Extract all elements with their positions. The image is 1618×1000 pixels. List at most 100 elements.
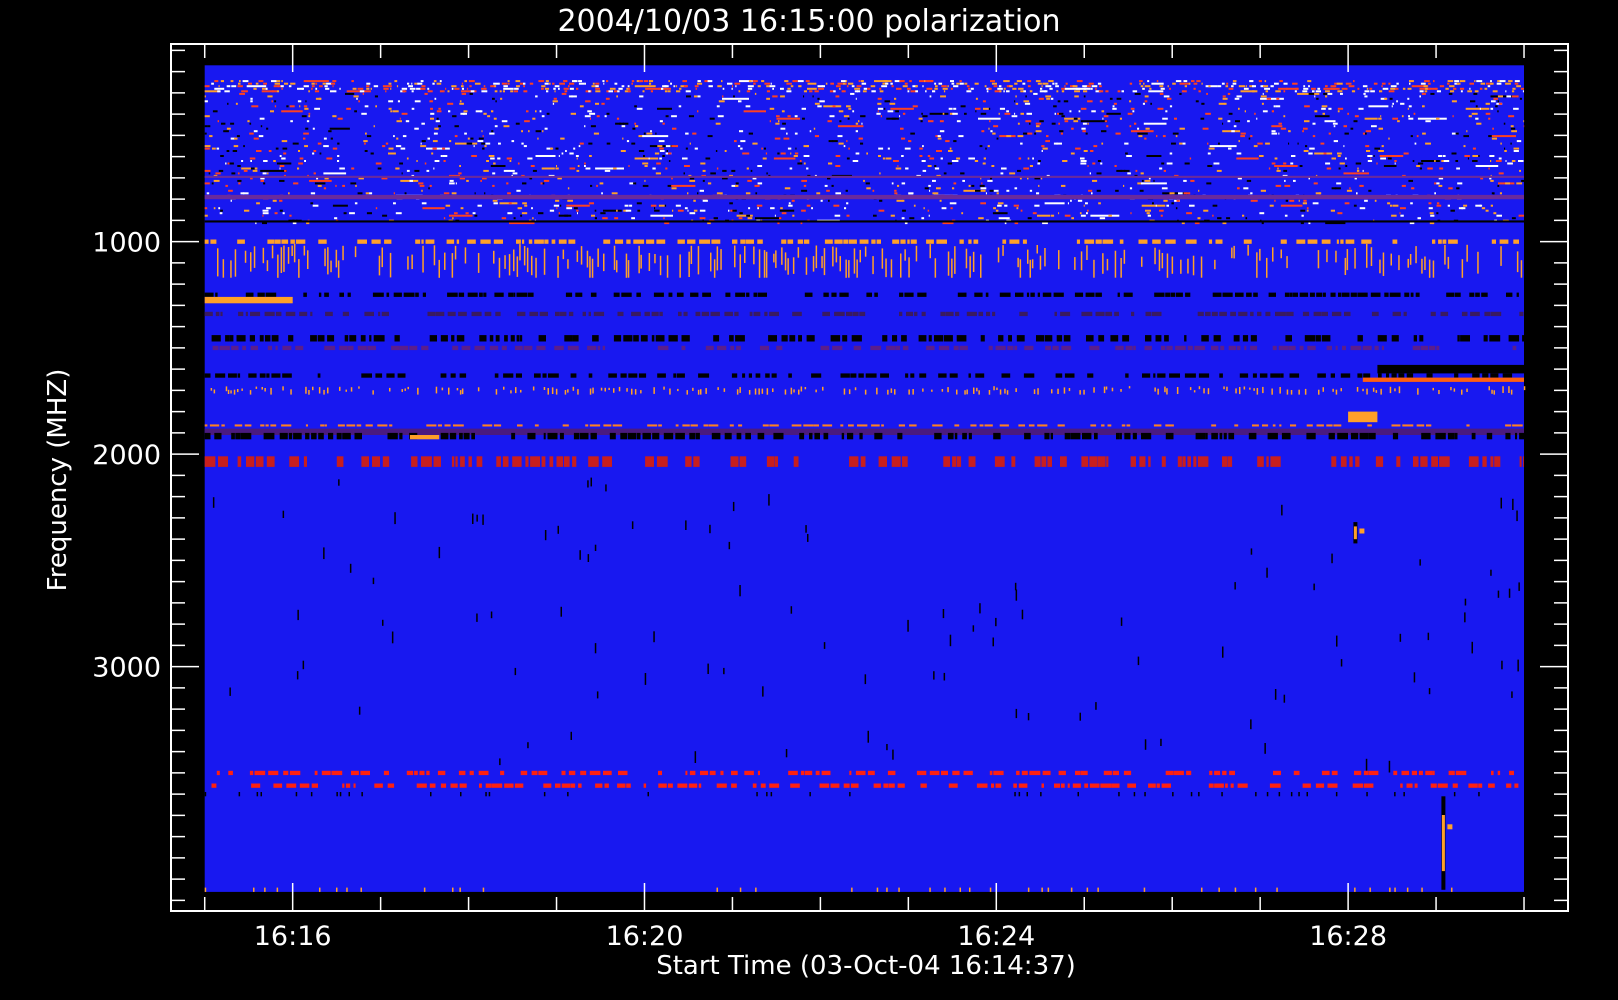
- heatmap-band-15-streak: [686, 390, 688, 395]
- heatmap-band-11-dash: [409, 345, 418, 351]
- heatmap-band-9-dash: [1145, 311, 1152, 317]
- heatmap-band-1-speck: [429, 100, 433, 103]
- heatmap-band-0-speck: [883, 80, 888, 83]
- heatmap-band-1-speck: [780, 127, 786, 130]
- heatmap-band-1-speck: [1035, 122, 1042, 125]
- heatmap-band-0-speck: [628, 87, 630, 90]
- heatmap-band-1-speck: [948, 107, 953, 110]
- heatmap-band-22-dash: [1321, 770, 1330, 776]
- heatmap-band-1-speck: [1238, 107, 1240, 110]
- noise-mark: [1428, 688, 1431, 695]
- heatmap-band-1-speck: [451, 192, 457, 195]
- heatmap-band-15-streak: [1176, 387, 1179, 394]
- heatmap-band-1-speck: [585, 167, 591, 170]
- heatmap-band-1-speck: [1344, 132, 1349, 135]
- heatmap-band-21-dash: [556, 456, 563, 467]
- heatmap-band-0-speck: [1427, 87, 1431, 90]
- heatmap-band-0-speck: [1083, 87, 1087, 90]
- heatmap-band-1-speck: [780, 152, 786, 155]
- heatmap-band-1-speck: [769, 120, 771, 123]
- heatmap-band-1-speck: [908, 140, 912, 143]
- heatmap-band-0-speck: [837, 82, 843, 85]
- heatmap-band-1-speck: [1399, 212, 1401, 215]
- heatmap-band-1-speck: [406, 169, 410, 172]
- heatmap-band-0-speck: [514, 87, 519, 90]
- heatmap-band-11-dash: [357, 345, 367, 351]
- heatmap-band-1-speck: [1400, 102, 1405, 105]
- heatmap-band-15-streak: [1083, 389, 1085, 395]
- heatmap-band-1-speck: [1140, 172, 1144, 175]
- heatmap-band-1-speck: [571, 95, 577, 98]
- heatmap-band-1-speck: [1035, 130, 1042, 133]
- heatmap-band-1-speck: [1099, 100, 1103, 103]
- heatmap-band-0-speck: [559, 82, 565, 85]
- heatmap-band-1-speck: [1349, 187, 1351, 190]
- heatmap-band-1-speck: [500, 97, 503, 100]
- heatmap-band-0-speck: [311, 82, 315, 85]
- heatmap-band-0-speck: [1056, 90, 1059, 93]
- heatmap-band-0-speck: [870, 85, 876, 88]
- heatmap-band-1-speck: [427, 137, 430, 140]
- heatmap-band-1-speck: [1033, 92, 1038, 95]
- noise-mark: [1095, 702, 1097, 710]
- heatmap-band-0-speck: [366, 85, 370, 88]
- heatmap-band-15-streak: [589, 388, 592, 395]
- heatmap-band-11-dash: [1125, 345, 1133, 351]
- heatmap-band-19-dash: [1368, 432, 1376, 440]
- heatmap-band-1-speck: [1273, 105, 1276, 108]
- heatmap-band-1-speck: [678, 105, 682, 108]
- heatmap-band-0-speck: [214, 80, 219, 83]
- heatmap-band-0-speck: [416, 87, 421, 90]
- heatmap-band-1-speck: [993, 189, 999, 192]
- heatmap-band-1-speck: [1491, 135, 1516, 138]
- heatmap-band-6-streak: [1141, 256, 1143, 267]
- heatmap-band-1-speck: [769, 107, 775, 110]
- heatmap-band-5-dash: [633, 239, 645, 244]
- heatmap-band-1-speck: [1119, 117, 1122, 120]
- heatmap-band-0-speck: [451, 85, 457, 88]
- heatmap-band-1-speck: [366, 212, 372, 215]
- heatmap-band-1-speck: [409, 179, 413, 182]
- heatmap-band-11-dash: [554, 345, 564, 351]
- heatmap-band-19-dash: [620, 432, 628, 440]
- heatmap-band-21-dash: [1519, 456, 1522, 467]
- heatmap-band-0-speck: [929, 80, 934, 83]
- heatmap-band-1-speck: [1150, 102, 1152, 105]
- heatmap-band-7-dash: [823, 292, 829, 297]
- heatmap-band-1-speck: [329, 127, 350, 130]
- heatmap-band-7-dash: [1384, 292, 1389, 297]
- heatmap-band-0-speck: [825, 82, 828, 85]
- heatmap-band-1-speck: [1113, 102, 1117, 105]
- heatmap-band-0-speck: [925, 90, 927, 93]
- heatmap-band-1-speck: [1123, 184, 1125, 187]
- heatmap-band-1-speck: [786, 132, 788, 135]
- heatmap-band-9-dash: [1321, 311, 1328, 317]
- heatmap-band-22-dash: [1401, 770, 1410, 776]
- heatmap-band-1-speck: [1080, 160, 1087, 162]
- heatmap-band-1-speck: [922, 115, 928, 118]
- heatmap-band-13-dash: [534, 373, 541, 378]
- heatmap-band-10-dash: [798, 335, 802, 342]
- heatmap-band-1-speck: [1137, 127, 1140, 130]
- heatmap-band-0-speck: [885, 82, 889, 85]
- heatmap-band-1-speck: [1243, 187, 1249, 190]
- heatmap-band-15-streak: [613, 388, 615, 393]
- heatmap-band-1-speck: [309, 179, 332, 182]
- heatmap-band-6-streak: [451, 253, 454, 278]
- heatmap-band-5-dash: [558, 239, 567, 244]
- heatmap-band-1-speck: [1493, 212, 1497, 215]
- heatmap-band-1-speck: [902, 199, 905, 202]
- heatmap-band-13-dash: [375, 373, 383, 378]
- heatmap-band-17-dash: [1466, 424, 1470, 427]
- heatmap-band-21-dash: [266, 456, 275, 467]
- heatmap-band-1-speck: [844, 207, 847, 210]
- heatmap-band-22-dash: [406, 770, 414, 776]
- heatmap-band-1-speck: [1080, 214, 1086, 217]
- heatmap-band-1-speck: [454, 135, 458, 138]
- heatmap-band-19-dash: [1211, 432, 1218, 440]
- heatmap-band-1-speck: [1134, 122, 1137, 125]
- heatmap-band-6-streak: [244, 250, 247, 263]
- heatmap-band-23-dash: [286, 783, 297, 788]
- heatmap-band-13-dash: [1357, 373, 1363, 378]
- heatmap-band-24-tick: [1453, 792, 1456, 797]
